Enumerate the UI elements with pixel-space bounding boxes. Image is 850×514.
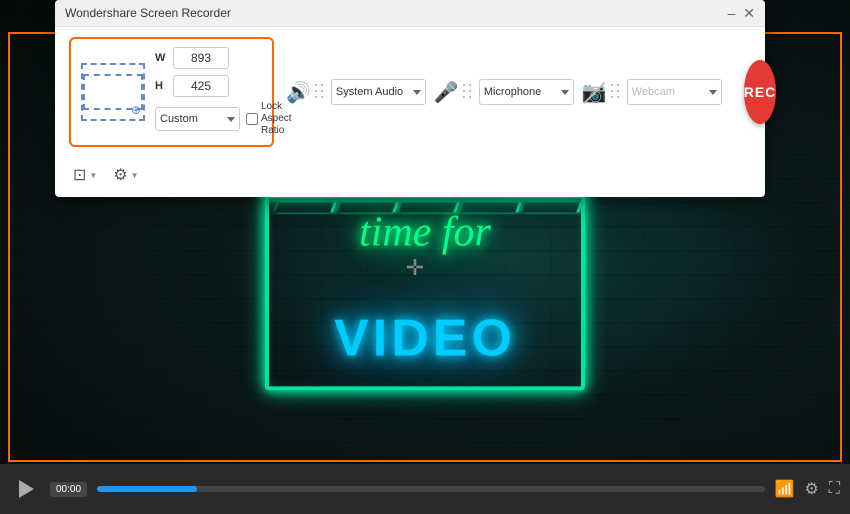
webcam-icon: 📷 [582,80,607,105]
av-controls: 🔊 System Audio 🎤 [286,79,722,105]
dot [315,90,317,92]
minimize-button[interactable]: – [727,6,735,20]
fullscreen-icon[interactable]: ⛶ [829,480,840,498]
drag-handle-audio [315,84,325,100]
dot [321,84,323,86]
screenshot-chevron: ▼ [89,171,97,180]
system-audio-device: 🔊 System Audio [286,79,426,105]
microphone-device: 🎤 Microphone [434,79,574,105]
gear-icon: ⚙ [113,165,127,185]
move-cursor-icon[interactable]: ✛ [406,255,424,281]
dot [611,90,613,92]
width-input[interactable] [173,47,229,69]
microphone-icon: 🎤 [434,80,459,105]
dot [315,96,317,98]
system-audio-select[interactable]: System Audio [331,79,426,105]
dot [469,84,471,86]
window-controls: – ✕ [727,6,755,20]
speaker-icon: 🔊 [286,80,311,105]
drag-handle-mic [463,84,473,100]
close-button[interactable]: ✕ [743,6,755,20]
lock-aspect-label: Lock AspectRatio [246,101,292,137]
dot [463,90,465,92]
dot [463,84,465,86]
lock-aspect-text: Lock AspectRatio [261,101,292,137]
signal-icon: 📶 [775,479,795,499]
dot [617,96,619,98]
height-input[interactable] [173,75,229,97]
drag-handle-webcam [611,84,621,100]
webcam-select[interactable]: Webcam [627,79,722,105]
area-dimensions: W H [155,47,292,97]
lock-aspect-checkbox[interactable] [246,113,258,125]
dimensions-panel: W H Custom 720p 1080p 480p [155,47,292,137]
dialog-toolbar: ⊡ ▼ ⚙ ▼ [55,157,765,197]
record-area-panel: ⊕ W H Custom 720p [69,37,274,147]
neon-text-video: VIDEO [265,308,585,368]
area-bottom: Custom 720p 1080p 480p Lock AspectRatio [155,101,292,137]
recorder-dialog: Wondershare Screen Recorder – ✕ ⊕ W H [55,0,765,197]
webcam-device: 📷 Webcam [582,79,722,105]
microphone-select[interactable]: Microphone [479,79,574,105]
area-preview: ⊕ [81,63,145,121]
screenshot-button[interactable]: ⊡ ▼ [69,163,101,187]
dialog-titlebar: Wondershare Screen Recorder – ✕ [55,0,765,27]
dot [617,84,619,86]
settings-icon[interactable]: ⚙ [804,479,818,499]
dot [321,90,323,92]
dot [469,96,471,98]
screenshot-icon: ⊡ [73,165,86,185]
dot [463,96,465,98]
neon-text-time: time for [265,208,585,256]
dot [321,96,323,98]
width-label: W [155,52,169,64]
height-row: H [155,75,292,97]
dot [611,96,613,98]
dialog-title: Wondershare Screen Recorder [65,6,231,20]
dot [617,90,619,92]
play-button[interactable] [10,474,40,504]
rec-button[interactable]: REC [744,60,777,124]
settings-chevron: ▼ [131,171,139,180]
dot [611,84,613,86]
width-row: W [155,47,292,69]
dot [315,84,317,86]
time-display: 00:00 [50,482,87,497]
preset-select[interactable]: Custom 720p 1080p 480p [155,107,240,131]
progress-fill [97,486,197,492]
dialog-body: ⊕ W H Custom 720p [55,27,765,157]
progress-bar[interactable] [97,486,765,492]
settings-button[interactable]: ⚙ ▼ [109,163,142,187]
dot [469,90,471,92]
height-label: H [155,80,169,92]
play-icon [19,480,34,498]
move-icon: ⊕ [131,103,141,117]
bottom-bar: 00:00 📶 ⚙ ⛶ [0,464,850,514]
